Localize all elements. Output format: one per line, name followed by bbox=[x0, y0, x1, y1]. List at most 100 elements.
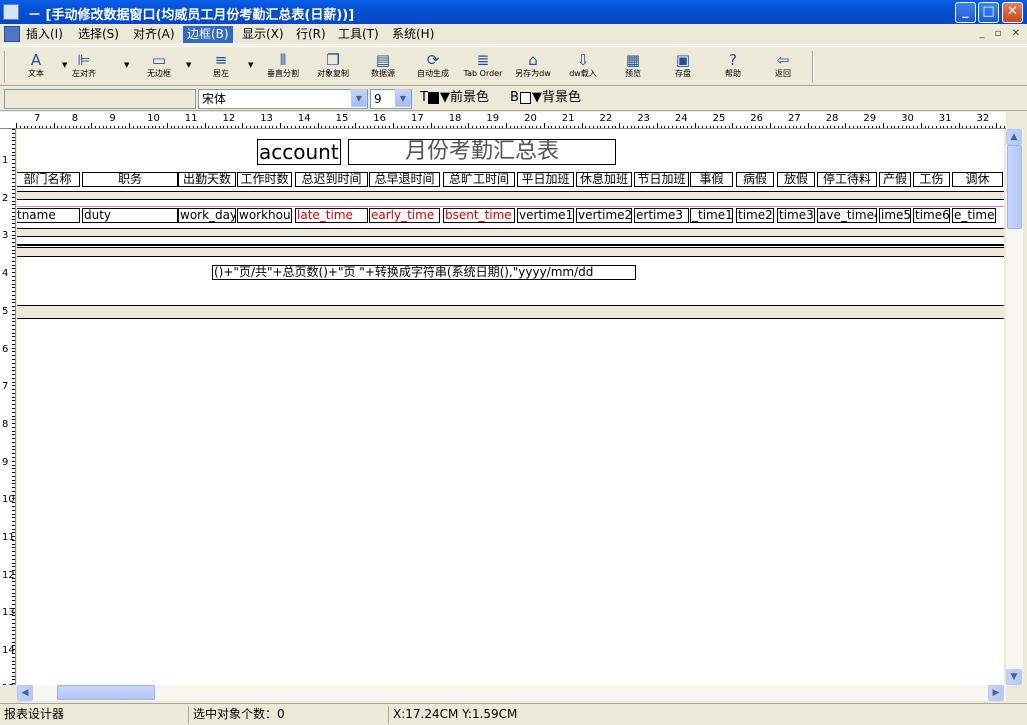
menu-item-7[interactable]: 系统(H) bbox=[388, 26, 438, 43]
scroll-up-button[interactable]: ▲ bbox=[1006, 129, 1022, 145]
title-field[interactable]: accountr bbox=[257, 139, 341, 165]
field-early_time[interactable]: early_time bbox=[369, 208, 440, 223]
menu-item-4[interactable]: 显示(X) bbox=[238, 26, 288, 43]
tool-button-4[interactable]: ⫴ 垂直分割 bbox=[255, 51, 311, 85]
field-overtime1[interactable]: vertime1 bbox=[517, 208, 574, 223]
field-leave_time4[interactable]: ave_time4 bbox=[817, 208, 877, 223]
font-dropdown-arrow[interactable]: ▼ bbox=[351, 89, 367, 107]
font-name-select[interactable]: 宋体 bbox=[198, 89, 368, 109]
horizontal-scroll-thumb[interactable] bbox=[57, 685, 155, 700]
maximize-button[interactable]: □ bbox=[978, 2, 999, 23]
tool-button-3[interactable]: ≡ 居左 bbox=[193, 51, 249, 85]
column-header[interactable]: 总早退时间 bbox=[369, 172, 440, 187]
ruler-tick bbox=[12, 626, 15, 628]
field-duty[interactable]: duty bbox=[82, 208, 178, 223]
menu-item-5[interactable]: 行(R) bbox=[292, 26, 330, 43]
column-header[interactable]: 产假 bbox=[879, 172, 911, 187]
column-header[interactable]: 放假 bbox=[777, 172, 815, 187]
mdi-restore-button[interactable]: ▫ bbox=[990, 27, 1006, 41]
field-workhour[interactable]: workhour bbox=[237, 208, 292, 223]
ruler-tick bbox=[12, 159, 15, 161]
column-header[interactable]: 事假 bbox=[690, 172, 733, 187]
column-header[interactable]: 总旷工时间 bbox=[443, 172, 515, 187]
ruler-tick bbox=[12, 521, 15, 523]
report-title[interactable]: 月份考勤汇总表 bbox=[348, 139, 616, 165]
band-detail[interactable] bbox=[17, 228, 1004, 237]
field-absent_time[interactable]: bsent_time bbox=[443, 208, 515, 223]
scroll-left-button[interactable]: ◀ bbox=[17, 685, 33, 701]
ruler-label: 12 bbox=[2, 569, 15, 581]
ruler-tick bbox=[12, 656, 15, 658]
tool-button-6[interactable]: ▤ 数据源 bbox=[355, 51, 411, 85]
menu-item-6[interactable]: 工具(T) bbox=[334, 26, 383, 43]
column-header[interactable]: 职务 bbox=[82, 172, 178, 187]
tool-button-12[interactable]: ▣ 存盘 bbox=[655, 51, 711, 85]
field-leave_time7[interactable]: e_time7 bbox=[952, 208, 996, 223]
background-color-button[interactable]: ▼背景色 bbox=[532, 89, 581, 107]
ruler-tick bbox=[12, 577, 15, 579]
column-header[interactable]: 调休 bbox=[952, 172, 1003, 187]
horizontal-scrollbar[interactable]: ◀ ▶ bbox=[17, 685, 1006, 701]
vertical-scroll-thumb[interactable] bbox=[1007, 145, 1022, 229]
ruler-tick bbox=[12, 340, 15, 342]
foreground-color-button[interactable]: ▼前景色 bbox=[440, 89, 489, 107]
field-work_day[interactable]: work_day bbox=[178, 208, 236, 223]
preview-icon: ▦ bbox=[625, 51, 641, 69]
tool-button-2[interactable]: ▭ 无边框 bbox=[131, 51, 187, 85]
mdi-close-button[interactable]: ✕ bbox=[1008, 27, 1024, 41]
tool-dropdown-arrow[interactable]: ▼ bbox=[62, 61, 67, 69]
column-header[interactable]: 总迟到时间 bbox=[295, 172, 368, 187]
band-summary[interactable] bbox=[17, 247, 1004, 257]
tool-button-5[interactable]: ❐ 对象复制 bbox=[305, 51, 361, 85]
field-time3[interactable]: time3 bbox=[777, 208, 815, 223]
column-header[interactable]: 出勤天数 bbox=[178, 172, 236, 187]
field-overtime2[interactable]: vertime2 bbox=[576, 208, 632, 223]
ruler-tick bbox=[12, 219, 15, 221]
field-time6[interactable]: time6 bbox=[913, 208, 950, 223]
column-header[interactable]: 部门名称 bbox=[17, 172, 80, 187]
ruler-tick bbox=[12, 441, 15, 443]
field-tname[interactable]: tname bbox=[17, 208, 80, 223]
menu-item-0[interactable]: 插入(I) bbox=[22, 26, 67, 43]
menu-item-2[interactable]: 对齐(A) bbox=[129, 26, 179, 43]
tool-dropdown-arrow[interactable]: ▼ bbox=[186, 61, 191, 69]
column-header[interactable]: 休息加班 bbox=[576, 172, 632, 187]
tool-button-11[interactable]: ▦ 预览 bbox=[605, 51, 661, 85]
band-header[interactable] bbox=[17, 191, 1004, 200]
close-button[interactable]: ✕ bbox=[1002, 2, 1023, 23]
tool-button-10[interactable]: ⇩ dw载入 bbox=[555, 51, 611, 85]
minimize-button[interactable]: _ bbox=[955, 2, 976, 23]
menu-item-3[interactable]: 边框(B) bbox=[183, 26, 233, 43]
field-time2[interactable]: time2 bbox=[736, 208, 774, 223]
field-overtime3[interactable]: ertime3 bbox=[634, 208, 689, 223]
tool-button-8[interactable]: ≣ Tab Order bbox=[455, 51, 511, 85]
tool-button-13[interactable]: ? 帮助 bbox=[705, 51, 761, 85]
object-name-box[interactable] bbox=[4, 89, 196, 109]
report-canvas[interactable]: accountr 月份考勤汇总表 部门名称 职务 出勤天数 工作时数 总迟到时间 总早退时… bbox=[17, 129, 1004, 685]
menu-item-1[interactable]: 选择(S) bbox=[74, 26, 123, 43]
band-footer[interactable] bbox=[17, 305, 1004, 319]
tool-button-9[interactable]: ⌂ 另存为dw bbox=[505, 51, 561, 85]
mdi-minimize-button[interactable]: _ bbox=[974, 27, 990, 41]
field-leave_time1[interactable]: _time1 bbox=[690, 208, 733, 223]
column-header[interactable]: 工作时数 bbox=[237, 172, 292, 187]
column-header[interactable]: 病假 bbox=[736, 172, 774, 187]
tool-button-14[interactable]: ⇦ 返回 bbox=[755, 51, 811, 85]
tool-dropdown-arrow[interactable]: ▼ bbox=[248, 61, 253, 69]
background-swatch[interactable] bbox=[520, 92, 531, 104]
column-header[interactable]: 停工待料 bbox=[817, 172, 877, 187]
field-late_time[interactable]: late_time bbox=[295, 208, 368, 223]
field-time5[interactable]: ime5 bbox=[879, 208, 911, 223]
scroll-right-button[interactable]: ▶ bbox=[988, 685, 1004, 701]
foreground-swatch[interactable] bbox=[428, 92, 439, 104]
footer-page-expression[interactable]: ()+"页/共"+总页数()+"页 "+转换成字符串(系统日期(),"yyyy/… bbox=[212, 265, 636, 280]
column-header[interactable]: 节日加班 bbox=[634, 172, 689, 187]
size-dropdown-arrow[interactable]: ▼ bbox=[395, 89, 411, 107]
scroll-down-button[interactable]: ▼ bbox=[1006, 669, 1022, 685]
column-header[interactable]: 平日加班 bbox=[517, 172, 574, 187]
ruler-tick bbox=[12, 581, 15, 583]
column-header[interactable]: 工伤 bbox=[913, 172, 950, 187]
vertical-scrollbar[interactable]: ▲ ▼ bbox=[1006, 129, 1023, 685]
tool-dropdown-arrow[interactable]: ▼ bbox=[124, 61, 129, 69]
tool-button-7[interactable]: ⟳ 自动生成 bbox=[405, 51, 461, 85]
